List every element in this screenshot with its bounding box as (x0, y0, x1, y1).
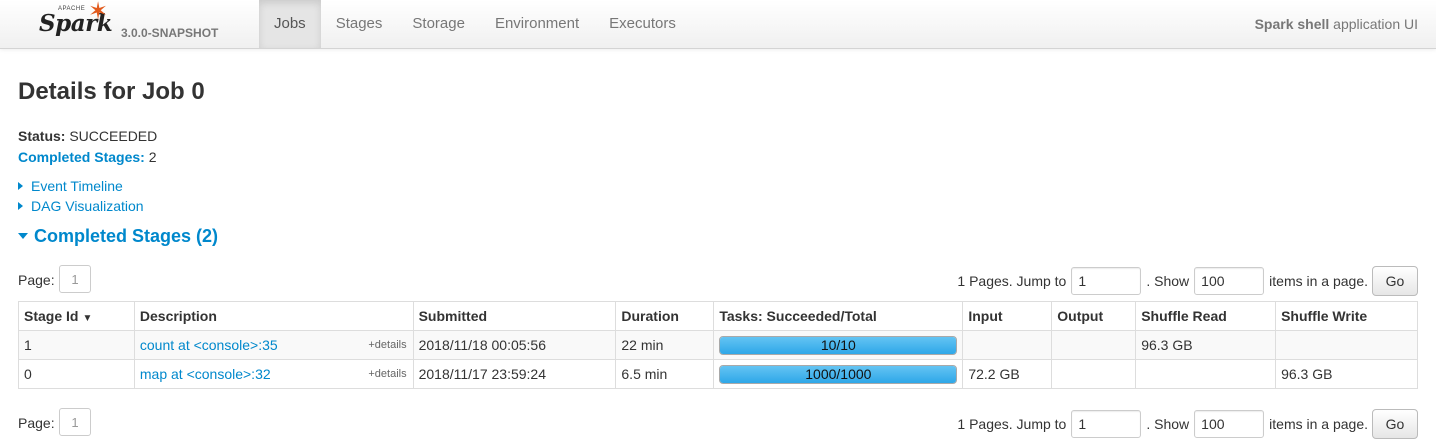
header-shuffle-write[interactable]: Shuffle Write (1275, 301, 1418, 331)
page-size-input[interactable] (1194, 410, 1265, 438)
header-stage-id[interactable]: Stage Id ▼ (18, 301, 135, 331)
version-label: 3.0.0-SNAPSHOT (121, 26, 219, 40)
header-input[interactable]: Input (962, 301, 1053, 331)
pagination-top: Page: 1 1 Pages. Jump to . Show items in… (18, 265, 1418, 297)
app-title-suffix: application UI (1329, 16, 1418, 32)
page-size-input[interactable] (1194, 267, 1265, 295)
cell-stage-id: 1 (18, 330, 135, 360)
app-title: Spark shell application UI (1255, 0, 1418, 48)
page-label: Page: (18, 272, 55, 288)
dag-visualization-label: DAG Visualization (31, 198, 144, 214)
header-duration[interactable]: Duration (615, 301, 715, 331)
cell-description: count at <console>:35 +details (133, 330, 414, 360)
header-description[interactable]: Description (133, 301, 414, 331)
tab-storage[interactable]: Storage (397, 0, 480, 48)
dag-visualization-toggle[interactable]: DAG Visualization (18, 198, 144, 214)
page-controls: 1 Pages. Jump to . Show items in a page.… (957, 408, 1418, 440)
cell-duration: 6.5 min (615, 359, 715, 389)
completed-stages-link[interactable]: Completed Stages: (18, 149, 145, 165)
go-button[interactable]: Go (1372, 409, 1418, 439)
progress-text: 10/10 (820, 336, 856, 353)
cell-shuffle-write: 96.3 GB (1275, 359, 1418, 389)
completed-stages-table: Stage Id ▼ Description Submitted Duration… (18, 301, 1418, 389)
page-title: Details for Job 0 (18, 78, 205, 105)
event-timeline-toggle[interactable]: Event Timeline (18, 178, 123, 194)
pages-jump-text: 1 Pages. Jump to (957, 416, 1067, 432)
header-submitted[interactable]: Submitted (412, 301, 617, 331)
cell-duration: 22 min (615, 330, 715, 360)
page-label: Page: (18, 415, 55, 431)
cell-submitted: 2018/11/17 23:59:24 (412, 359, 617, 389)
page-controls: 1 Pages. Jump to . Show items in a page.… (957, 265, 1418, 297)
table-header-row: Stage Id ▼ Description Submitted Duration… (18, 301, 1418, 331)
details-toggle[interactable]: +details (368, 339, 406, 351)
job-summary: Status: SUCCEEDED Completed Stages: 2 (18, 126, 157, 168)
expand-arrow-icon (18, 202, 23, 210)
cell-output (1051, 359, 1137, 389)
cell-shuffle-read: 96.3 GB (1135, 330, 1277, 360)
tab-environment[interactable]: Environment (480, 0, 594, 48)
spark-star-icon: ✶ (88, 0, 109, 25)
status-label: Status: (18, 128, 66, 144)
items-per-page-text: items in a page. (1269, 273, 1368, 289)
page-number-button[interactable]: 1 (59, 265, 91, 293)
header-shuffle-read[interactable]: Shuffle Read (1135, 301, 1277, 331)
header-tasks[interactable]: Tasks: Succeeded/Total (713, 301, 964, 331)
tab-stages[interactable]: Stages (321, 0, 398, 48)
cell-input: 72.2 GB (962, 359, 1053, 389)
jump-to-page-input[interactable] (1071, 267, 1142, 295)
page-number-button[interactable]: 1 (59, 408, 91, 436)
sort-desc-icon: ▼ (82, 313, 93, 324)
progress-text: 1000/1000 (805, 365, 872, 382)
details-toggle[interactable]: +details (368, 368, 406, 380)
cell-shuffle-write (1275, 330, 1418, 360)
tasks-progress-bar: 10/10 (719, 335, 958, 355)
cell-shuffle-read (1135, 359, 1277, 389)
cell-tasks: 1000/1000 (713, 359, 964, 389)
cell-output (1051, 330, 1137, 360)
collapse-arrow-icon (18, 233, 28, 239)
cell-description: map at <console>:32 +details (133, 359, 414, 389)
completed-stages-count: 2 (148, 149, 157, 165)
header-output[interactable]: Output (1051, 301, 1137, 331)
tasks-progress-bar: 1000/1000 (719, 364, 958, 384)
tab-executors[interactable]: Executors (594, 0, 691, 48)
tab-jobs[interactable]: Jobs (259, 0, 321, 48)
cell-input (962, 330, 1053, 360)
spark-logo[interactable]: APACHE Spark ✶ 3.0.0-SNAPSHOT (36, 0, 236, 46)
stage-description-link[interactable]: map at <console>:32 (140, 366, 271, 382)
items-per-page-text: items in a page. (1269, 416, 1368, 432)
app-name: Spark shell (1254, 16, 1330, 32)
cell-submitted: 2018/11/18 00:05:56 (412, 330, 617, 360)
cell-tasks: 10/10 (713, 330, 964, 360)
completed-stages-header[interactable]: Completed Stages (2) (18, 226, 218, 247)
go-button[interactable]: Go (1372, 266, 1418, 296)
expand-arrow-icon (18, 182, 23, 190)
show-text: . Show (1146, 416, 1190, 432)
table-row: 0 map at <console>:32 +details 2018/11/1… (18, 359, 1418, 389)
event-timeline-label: Event Timeline (31, 178, 123, 194)
stage-description-link[interactable]: count at <console>:35 (140, 337, 278, 353)
top-navbar: APACHE Spark ✶ 3.0.0-SNAPSHOT Jobs Stage… (0, 0, 1436, 49)
show-text: . Show (1146, 273, 1190, 289)
nav-tabs: Jobs Stages Storage Environment Executor… (259, 0, 691, 48)
completed-stages-title: Completed Stages (2) (34, 226, 219, 246)
pages-jump-text: 1 Pages. Jump to (957, 273, 1067, 289)
jump-to-page-input[interactable] (1071, 410, 1142, 438)
status-value: SUCCEEDED (69, 128, 158, 144)
cell-stage-id: 0 (18, 359, 135, 389)
table-row: 1 count at <console>:35 +details 2018/11… (18, 330, 1418, 360)
pagination-bottom: Page: 1 1 Pages. Jump to . Show items in… (18, 408, 1418, 440)
